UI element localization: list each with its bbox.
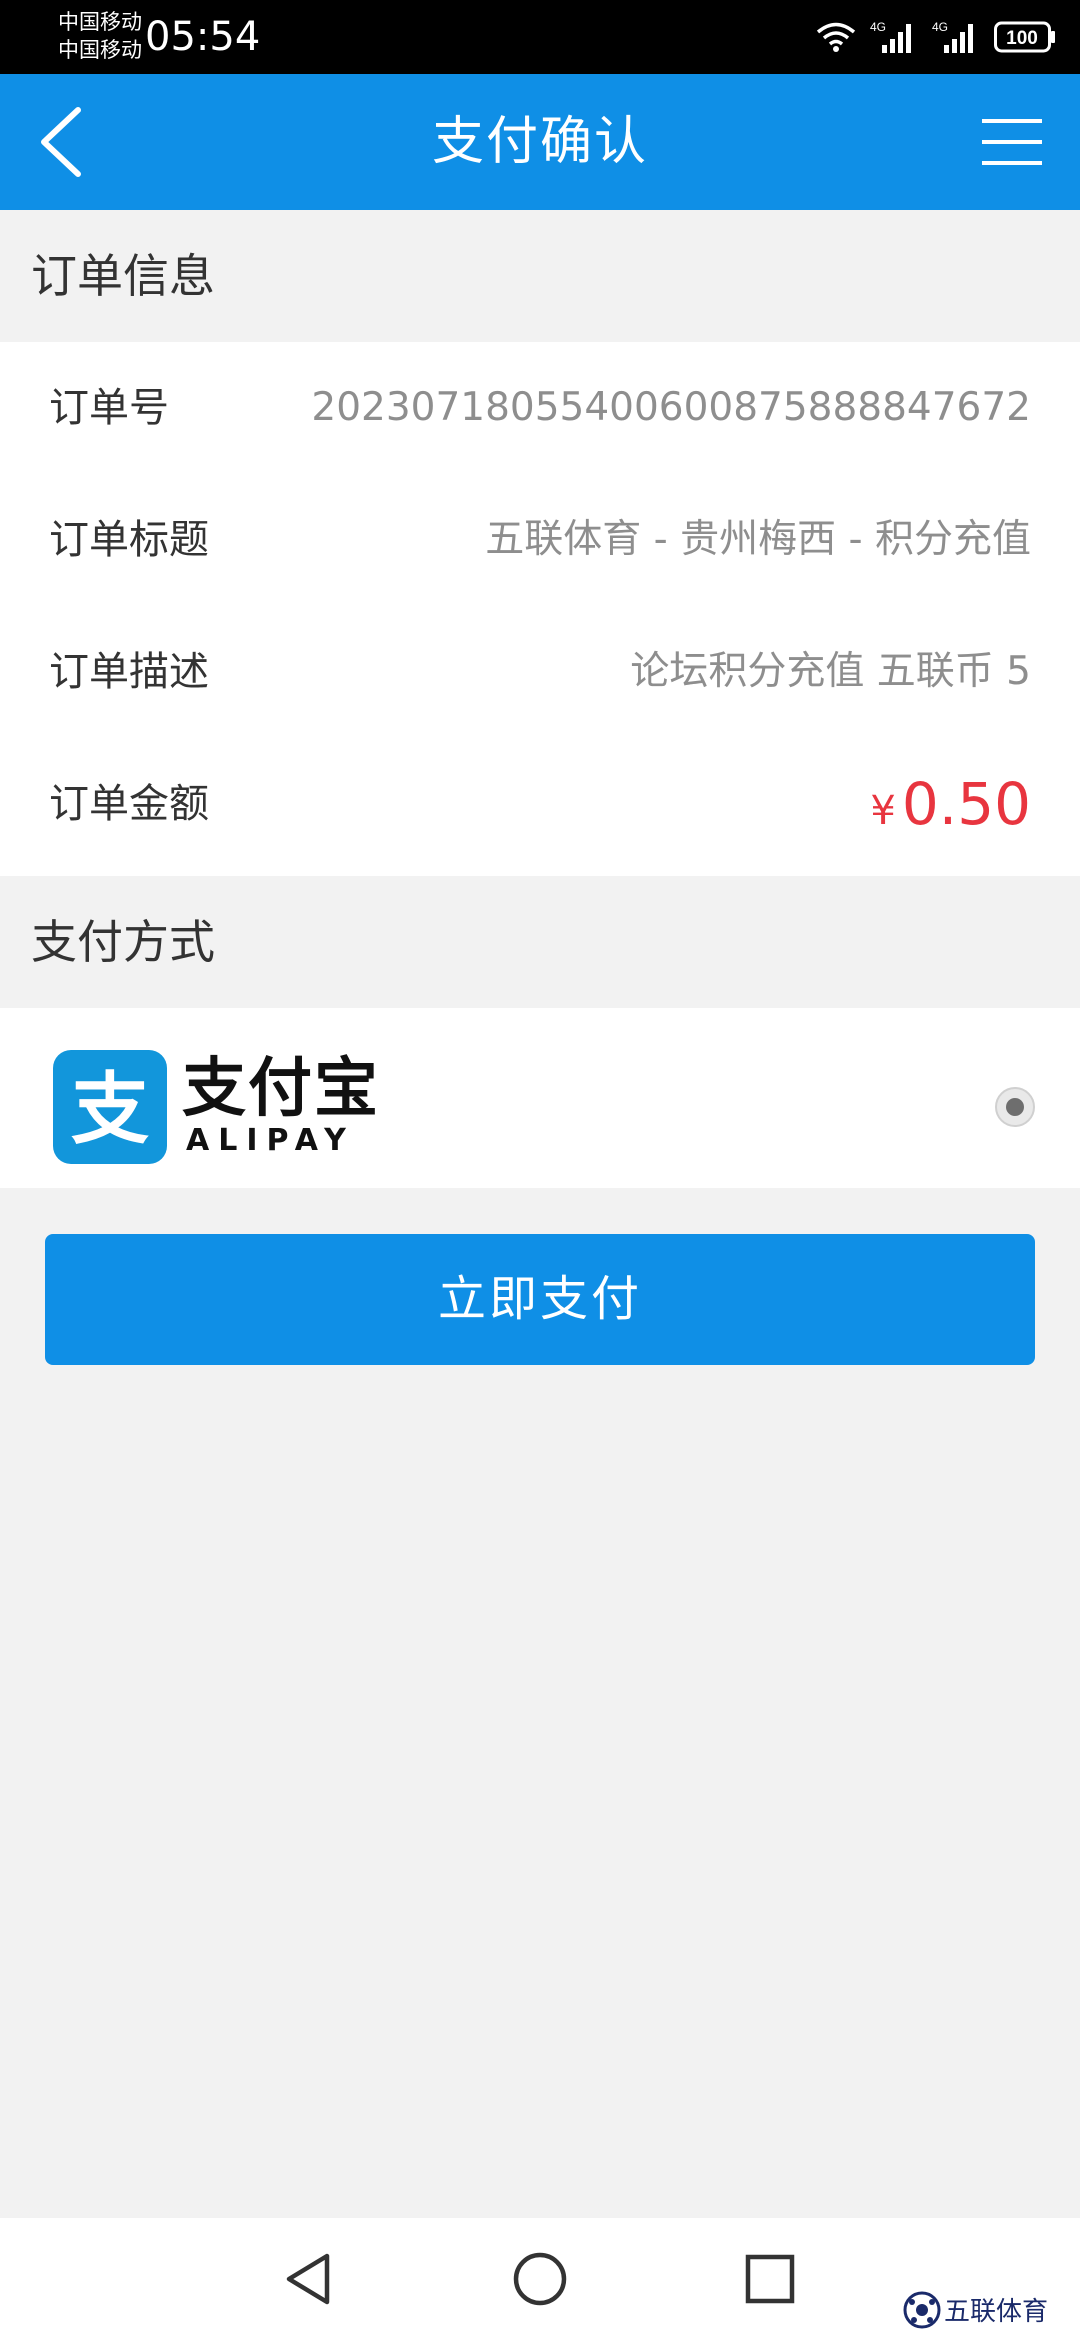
order-number-label: 订单号: [49, 385, 169, 431]
circle-home-icon: [513, 2252, 567, 2306]
order-number-value: 20230718055400600875888847672: [311, 385, 1031, 430]
order-description-value: 论坛积分充值 五联币 5: [630, 649, 1031, 694]
status-bar: 中国移动 中国移动 05:54 4G 4G 100: [0, 0, 1080, 74]
battery-icon: 100: [994, 21, 1055, 53]
order-description-row: 订单描述 论坛积分充值 五联币 5: [0, 606, 1080, 738]
order-amount-label: 订单金额: [49, 781, 209, 827]
nav-recents-button[interactable]: [739, 2248, 801, 2310]
order-amount-value: ¥0.50: [870, 738, 1031, 870]
payment-method-heading: 支付方式: [0, 876, 1080, 1008]
nav-back-button[interactable]: [279, 2248, 341, 2310]
signal-1-icon: 4G: [870, 20, 911, 53]
watermark-logo: 五联体育: [903, 2291, 1048, 2329]
alipay-sub: ALIPAY: [186, 1123, 355, 1158]
triangle-back-icon: [286, 2253, 330, 2305]
battery-level: 100: [1006, 28, 1038, 49]
amount-number: 0.50: [901, 770, 1031, 838]
square-recents-icon: [745, 2254, 795, 2304]
signal-2-label: 4G: [932, 20, 948, 34]
order-description-label: 订单描述: [49, 649, 209, 695]
order-title-label: 订单标题: [49, 517, 209, 563]
clock: 05:54: [145, 14, 261, 60]
alipay-logo-icon: 支: [53, 1050, 167, 1164]
status-icons: 4G 4G 100: [816, 14, 1056, 60]
watermark-text: 五联体育: [944, 2297, 1048, 2327]
currency-symbol: ¥: [870, 788, 896, 834]
alipay-name: 支付宝: [182, 1052, 380, 1126]
title-bar: 支付确认: [0, 74, 1080, 210]
carrier-2: 中国移动: [58, 38, 142, 62]
order-title-row: 订单标题 五联体育 - 贵州梅西 - 积分充值: [0, 474, 1080, 606]
page-title: 支付确认: [431, 112, 648, 172]
carrier-labels: 中国移动 中国移动: [58, 8, 142, 64]
menu-button[interactable]: [980, 114, 1044, 170]
alipay-radio[interactable]: [995, 1087, 1035, 1127]
order-number-row: 订单号 20230718055400600875888847672: [0, 342, 1080, 474]
alipay-option[interactable]: 支 支付宝 ALIPAY: [0, 1008, 1080, 1188]
carrier-1: 中国移动: [58, 10, 142, 34]
nav-home-button[interactable]: [509, 2248, 571, 2310]
signal-2-icon: 4G: [932, 20, 973, 53]
order-info-heading: 订单信息: [0, 210, 1080, 342]
order-title-value: 五联体育 - 贵州梅西 - 积分充值: [485, 517, 1031, 562]
order-info-card: 订单号 20230718055400600875888847672 订单标题 五…: [0, 342, 1080, 876]
order-amount-row: 订单金额 ¥0.50: [0, 738, 1080, 870]
signal-1-label: 4G: [870, 20, 886, 34]
pay-now-button[interactable]: 立即支付: [45, 1234, 1035, 1365]
wifi-icon: [816, 22, 856, 52]
hamburger-menu-icon: [982, 119, 1042, 165]
alipay-logo-glyph: 支: [71, 1065, 149, 1155]
